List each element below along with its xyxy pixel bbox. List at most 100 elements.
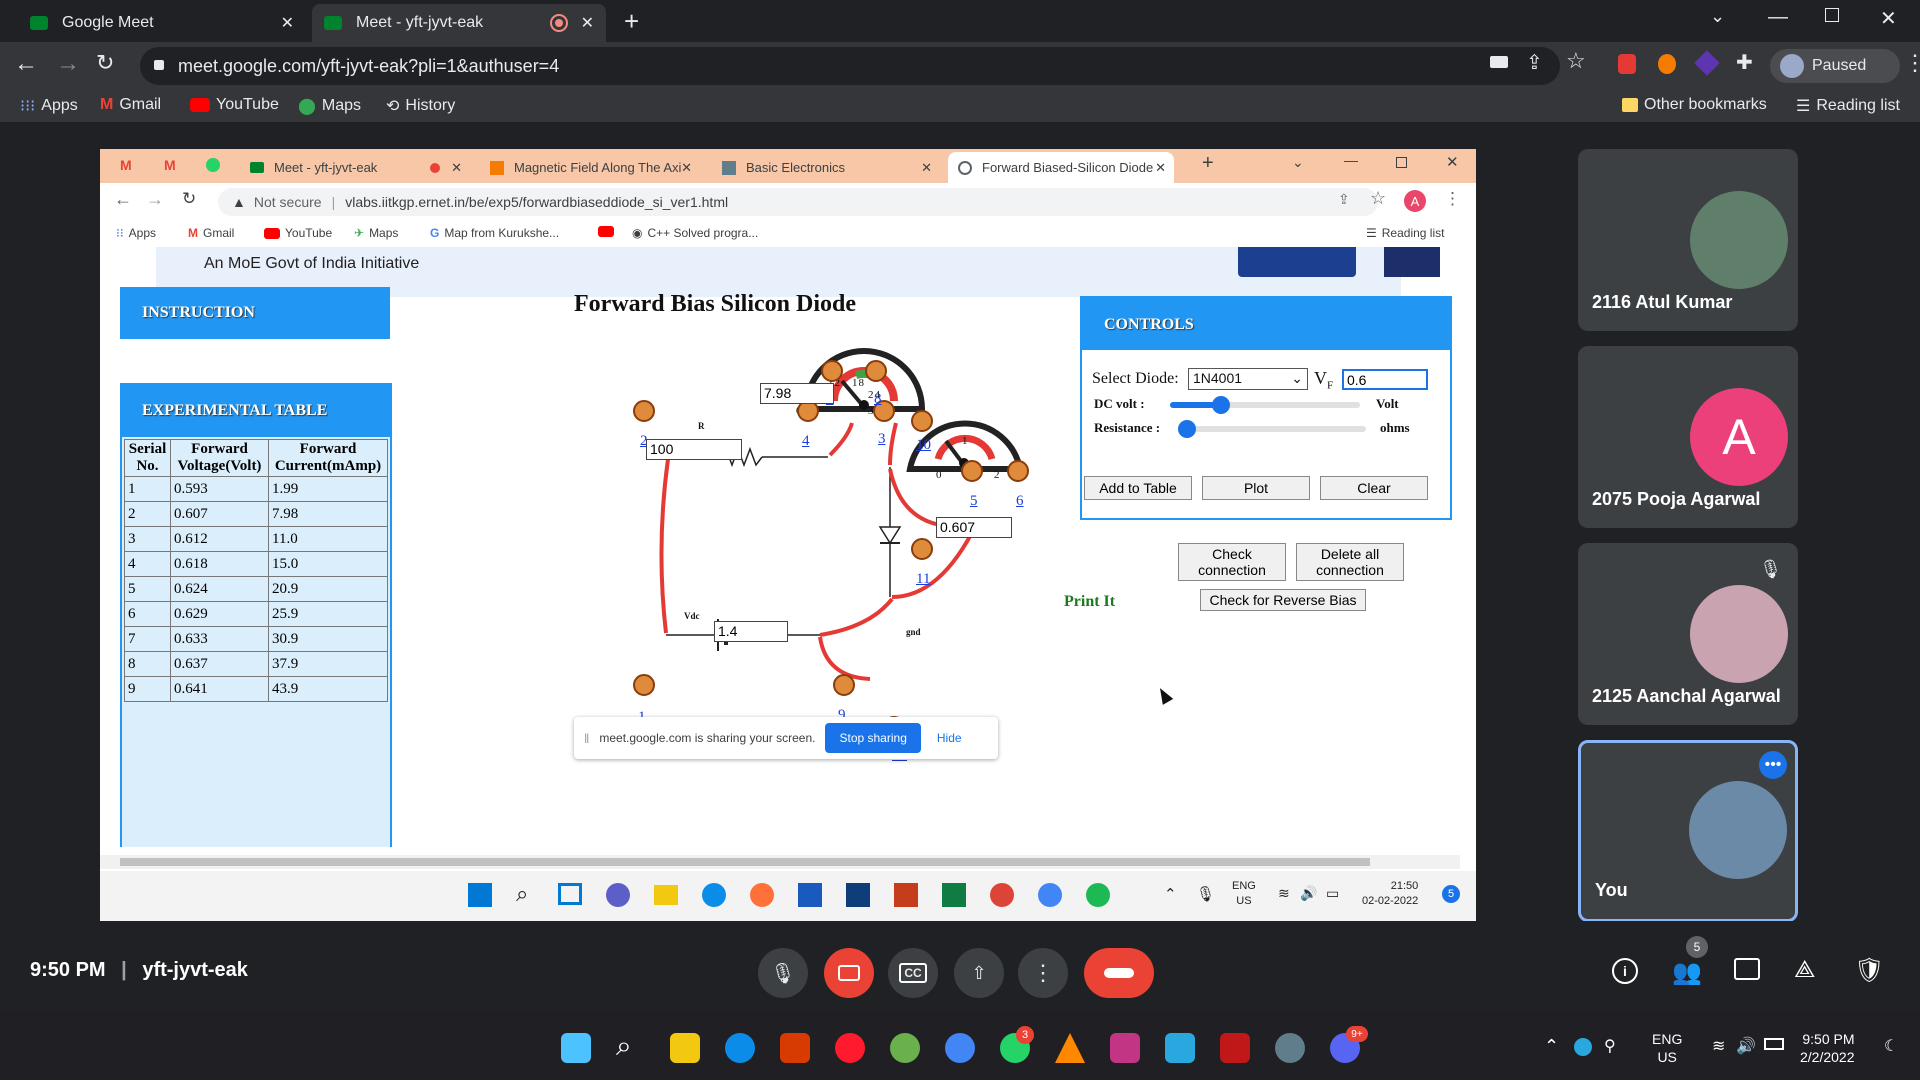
camera-off-button[interactable] — [824, 948, 874, 998]
back-icon[interactable]: ← — [14, 50, 38, 78]
scrollbar-thumb[interactable] — [120, 858, 1370, 866]
opera-icon[interactable] — [835, 1033, 865, 1063]
bookmark-gmail[interactable]: M Gmail — [188, 226, 234, 240]
language-indicator[interactable]: ENG US — [1652, 1030, 1682, 1066]
extension-purple-icon[interactable] — [1694, 50, 1720, 76]
outer-tab-meet-call[interactable]: Meet - yft-jyvt-eak ✕ — [312, 4, 606, 42]
outer-address-bar[interactable]: meet.google.com/yft-jyvt-eak?pli=1&authu… — [140, 47, 1560, 85]
tray-chevron-icon[interactable]: ⌃ — [1544, 1036, 1559, 1057]
node-label[interactable]: 11 — [916, 571, 930, 588]
reading-list[interactable]: ☰ Reading list — [1796, 96, 1900, 116]
wifi-icon[interactable]: ≋ — [1278, 885, 1290, 902]
close-icon[interactable]: ✕ — [451, 160, 462, 176]
share-icon[interactable]: ⇪ — [1526, 50, 1543, 75]
notifications-icon[interactable]: ☾ — [1884, 1036, 1898, 1056]
edge-icon[interactable] — [725, 1033, 755, 1063]
circuit-node-2[interactable] — [633, 400, 655, 422]
add-to-table-button[interactable]: Add to Table — [1084, 476, 1192, 500]
node-label[interactable]: 10 — [916, 437, 931, 454]
dc-volt-slider[interactable] — [1170, 396, 1360, 414]
forward-icon[interactable]: → — [56, 50, 80, 78]
office-icon[interactable] — [780, 1033, 810, 1063]
bookmark-maps[interactable]: ✈ Maps — [354, 226, 398, 240]
wifi-icon[interactable]: ≋ — [1712, 1036, 1725, 1056]
menu-kebab-icon[interactable]: ⋮ — [1904, 50, 1920, 76]
chat-icon[interactable] — [1734, 958, 1760, 980]
node-label[interactable]: 4 — [802, 433, 810, 450]
participant-tile-self[interactable]: ••• You — [1578, 740, 1798, 922]
captions-button[interactable]: CC — [888, 948, 938, 998]
task-view-icon[interactable] — [558, 883, 582, 905]
reading-list[interactable]: ☰ Reading list — [1366, 226, 1444, 240]
circuit-node-6[interactable] — [1007, 460, 1029, 482]
more-options-icon[interactable]: ••• — [1759, 751, 1787, 779]
gmail-icon[interactable]: M — [164, 157, 176, 173]
check-reverse-bias-button[interactable]: Check for Reverse Bias — [1200, 589, 1366, 611]
tab-search-icon[interactable]: ⌄ — [1292, 154, 1304, 171]
resistance-slider-thumb[interactable] — [1178, 420, 1196, 438]
circuit-node-1[interactable] — [633, 674, 655, 696]
window-close-icon[interactable]: ✕ — [1880, 6, 1897, 31]
windows-start-icon[interactable] — [468, 883, 492, 907]
chrome-icon[interactable] — [945, 1033, 975, 1063]
forward-icon[interactable]: → — [146, 189, 164, 210]
window-close-icon[interactable]: ✕ — [1446, 153, 1459, 171]
instruction-header[interactable]: INSTRUCTION — [120, 287, 390, 339]
battery-icon[interactable] — [1764, 1038, 1784, 1050]
instagram-icon[interactable] — [1110, 1033, 1140, 1063]
extension-shield-icon[interactable] — [1618, 54, 1636, 74]
circuit-node-9[interactable] — [833, 674, 855, 696]
circuit-node-7[interactable] — [821, 360, 843, 382]
tray-app-icon[interactable] — [1574, 1038, 1592, 1056]
search-icon[interactable]: ⌕ — [616, 1030, 632, 1063]
network-icon[interactable]: ⚲ — [1604, 1036, 1616, 1056]
leave-call-button[interactable] — [1084, 948, 1154, 998]
bookmark-apps[interactable]: ⁝⁝ Apps — [116, 226, 156, 240]
chrome-icon[interactable] — [990, 883, 1014, 907]
launcher-icon[interactable] — [1165, 1033, 1195, 1063]
bookmark-star-icon[interactable]: ☆ — [1370, 188, 1386, 209]
settings-gear-icon[interactable] — [1275, 1033, 1305, 1063]
word-icon[interactable] — [798, 883, 822, 907]
new-tab-icon[interactable]: + — [624, 6, 639, 37]
inner-tab-magnetic[interactable]: Magnetic Field Along The Axi ✕ — [480, 152, 700, 183]
profile-button[interactable]: Paused — [1770, 49, 1900, 83]
close-icon[interactable]: ✕ — [581, 13, 594, 33]
edge-icon[interactable] — [702, 883, 726, 907]
microphone-button[interactable]: 🎙 — [758, 948, 808, 998]
close-icon[interactable]: ✕ — [281, 13, 294, 33]
clock[interactable]: 9:50 PM 2/2/2022 — [1800, 1030, 1855, 1066]
volume-icon[interactable]: 🔊 — [1736, 1036, 1756, 1056]
resistance-slider[interactable] — [1178, 420, 1366, 438]
spotify-icon[interactable] — [1086, 883, 1110, 907]
participant-tile[interactable]: 2116 Atul Kumar — [1578, 149, 1798, 331]
file-explorer-icon[interactable] — [670, 1033, 700, 1063]
bookmark-youtube[interactable]: YouTube — [190, 96, 279, 114]
excel-icon[interactable] — [942, 883, 966, 907]
inner-tab-forward-diode[interactable]: Forward Biased-Silicon Diode ✕ — [948, 152, 1174, 183]
search-icon[interactable]: ⌕ — [516, 881, 528, 907]
participant-tile[interactable]: A 2075 Pooja Agarwal — [1578, 346, 1798, 528]
node-label[interactable]: 8 — [874, 391, 882, 408]
whatsapp-icon[interactable] — [206, 158, 220, 172]
inner-tab-meet[interactable]: Meet - yft-jyvt-eak ✕ — [240, 152, 470, 183]
bookmark-other[interactable]: Other bookmarks — [1622, 96, 1767, 114]
camera-icon[interactable] — [1490, 56, 1508, 68]
bookmark-gmail[interactable]: M Gmail — [100, 96, 161, 114]
node-label[interactable]: 6 — [1016, 493, 1024, 510]
gmail-icon[interactable]: M — [120, 157, 132, 173]
firefox-icon[interactable] — [750, 883, 774, 907]
present-button[interactable]: ⇧ — [954, 948, 1004, 998]
inner-address-bar[interactable]: ▲ Not secure | vlabs.iitkgp.ernet.in/be/… — [218, 188, 1378, 216]
file-explorer-icon[interactable] — [654, 885, 678, 905]
circuit-node-10[interactable] — [911, 410, 933, 432]
maximize-icon[interactable] — [1396, 157, 1407, 168]
close-icon[interactable]: ✕ — [681, 160, 692, 176]
microphone-icon[interactable]: 🎙 — [1196, 885, 1215, 903]
node-label[interactable]: 5 — [970, 493, 978, 510]
circuit-node-8[interactable] — [865, 360, 887, 382]
drag-handle-icon[interactable]: ‖ — [584, 731, 589, 746]
vlc-icon[interactable] — [1055, 1033, 1085, 1063]
profile-avatar[interactable]: A — [1404, 190, 1426, 212]
delete-all-connection-button[interactable]: Delete all connection — [1296, 543, 1404, 581]
